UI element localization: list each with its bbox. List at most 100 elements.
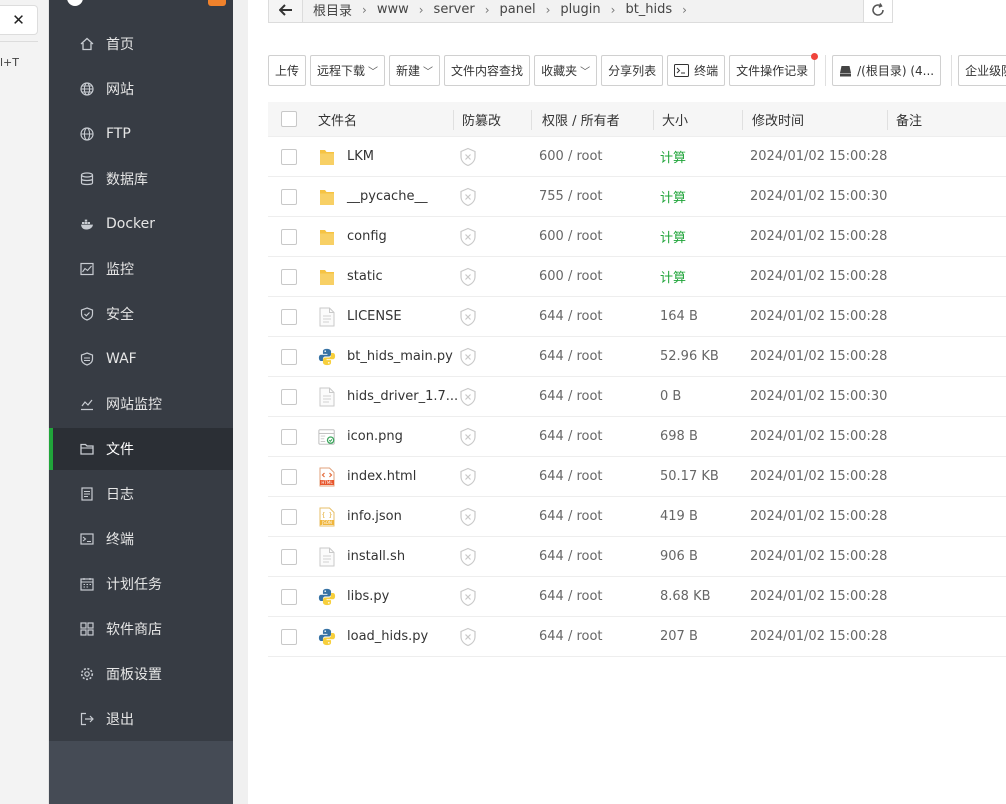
sidebar-item-9[interactable]: 文件 — [49, 428, 233, 470]
sidebar-item-6[interactable]: 安全 — [49, 293, 233, 335]
permission-cell[interactable]: 600 / root — [539, 229, 603, 244]
sidebar-item-3[interactable]: 数据库 — [49, 158, 233, 200]
file-name[interactable]: LKM — [347, 149, 374, 164]
file-name[interactable]: libs.py — [347, 589, 389, 604]
table-row[interactable]: { } JSON info.json 644 / root 419 B 2024/01/0… — [268, 497, 1006, 537]
sidebar-item-10[interactable]: 日志 — [49, 473, 233, 515]
remote-download-button[interactable]: 远程下载 ﹀ — [310, 55, 386, 86]
file-name[interactable]: config — [347, 229, 387, 244]
file-name[interactable]: info.json — [347, 509, 402, 524]
file-name[interactable]: LICENSE — [347, 309, 402, 324]
sidebar-item-13[interactable]: 软件商店 — [49, 608, 233, 650]
table-row[interactable]: __pycache__ 755 / root 计算 2024/01/02 15:00:… — [268, 177, 1006, 217]
permission-cell[interactable]: 644 / root — [539, 309, 603, 324]
file-name[interactable]: hids_driver_1.7... — [347, 389, 458, 404]
back-button[interactable] — [269, 0, 303, 22]
row-checkbox[interactable] — [281, 348, 297, 365]
shield-off-icon[interactable] — [459, 427, 477, 447]
sidebar-item-4[interactable]: Docker — [49, 203, 233, 245]
shield-off-icon[interactable] — [459, 147, 477, 167]
row-checkbox[interactable] — [281, 388, 297, 405]
table-row[interactable]: HTML index.html 644 / root 50.17 KB 2024/01/… — [268, 457, 1006, 497]
shield-off-icon[interactable] — [459, 307, 477, 327]
table-row[interactable]: libs.py 644 / root 8.68 KB 2024/01/02 15:00… — [268, 577, 1006, 617]
row-checkbox[interactable] — [281, 228, 297, 245]
row-checkbox[interactable] — [281, 588, 297, 605]
close-tab-button[interactable]: ✕ — [0, 5, 38, 35]
sidebar-item-0[interactable]: 首页 — [49, 23, 233, 65]
header-size[interactable]: 大小 — [662, 110, 688, 129]
permission-cell[interactable]: 600 / root — [539, 269, 603, 284]
file-name-cell[interactable]: static — [318, 267, 383, 287]
sidebar-item-8[interactable]: 网站监控 — [49, 383, 233, 425]
file-name-cell[interactable]: HTML index.html — [318, 467, 416, 487]
shield-off-icon[interactable] — [459, 627, 477, 647]
enterprise-guard-button[interactable]: 企业级防篡 — [958, 55, 1006, 86]
file-name-cell[interactable]: bt_hids_main.py — [318, 347, 453, 367]
share-list-button[interactable]: 分享列表 — [601, 55, 664, 86]
breadcrumb-item[interactable]: 根目录 — [313, 0, 352, 19]
file-name-cell[interactable]: icon.png — [318, 427, 403, 447]
permission-cell[interactable]: 644 / root — [539, 549, 603, 564]
disk-button[interactable]: /(根目录) (4... — [832, 55, 942, 86]
table-row[interactable]: icon.png 644 / root 698 B 2024/01/02 15:00:… — [268, 417, 1006, 457]
permission-cell[interactable]: 644 / root — [539, 589, 603, 604]
file-name-cell[interactable]: load_hids.py — [318, 627, 428, 647]
file-name[interactable]: __pycache__ — [347, 189, 427, 204]
shield-off-icon[interactable] — [459, 187, 477, 207]
sidebar-item-5[interactable]: 监控 — [49, 248, 233, 290]
calculate-size-link[interactable]: 计算 — [660, 187, 686, 206]
shield-off-icon[interactable] — [459, 387, 477, 407]
sidebar-item-7[interactable]: WAF — [49, 338, 233, 380]
sidebar-item-2[interactable]: FTP — [49, 113, 233, 155]
breadcrumb-item[interactable]: bt_hids — [625, 2, 672, 17]
calculate-size-link[interactable]: 计算 — [660, 227, 686, 246]
sidebar-item-15[interactable]: 退出 — [49, 698, 233, 740]
header-name[interactable]: 文件名 — [318, 110, 357, 129]
table-row[interactable]: bt_hids_main.py 644 / root 52.96 KB 2024/01… — [268, 337, 1006, 377]
header-perm[interactable]: 权限 / 所有者 — [542, 110, 620, 129]
favorites-button[interactable]: 收藏夹 ﹀ — [534, 55, 598, 86]
file-name-cell[interactable]: config — [318, 227, 387, 247]
file-name-cell[interactable]: LKM — [318, 147, 374, 167]
file-name-cell[interactable]: hids_driver_1.7... — [318, 387, 458, 407]
row-checkbox[interactable] — [281, 148, 297, 165]
row-checkbox[interactable] — [281, 308, 297, 325]
terminal-button[interactable]: 终端 — [667, 55, 726, 86]
breadcrumb-item[interactable]: plugin — [560, 2, 600, 17]
calculate-size-link[interactable]: 计算 — [660, 267, 686, 286]
breadcrumb-item[interactable]: panel — [500, 2, 536, 17]
search-content-button[interactable]: 文件内容查找 — [444, 55, 531, 86]
breadcrumb-item[interactable]: www — [377, 2, 409, 17]
table-row[interactable]: config 600 / root 计算 2024/01/02 15:00:28 — [268, 217, 1006, 257]
refresh-button[interactable] — [863, 0, 893, 23]
permission-cell[interactable]: 644 / root — [539, 349, 603, 364]
new-button[interactable]: 新建 ﹀ — [389, 55, 441, 86]
row-checkbox[interactable] — [281, 188, 297, 205]
sidebar-item-11[interactable]: 终端 — [49, 518, 233, 560]
shield-off-icon[interactable] — [459, 267, 477, 287]
permission-cell[interactable]: 644 / root — [539, 389, 603, 404]
file-name-cell[interactable]: __pycache__ — [318, 187, 427, 207]
file-name-cell[interactable]: LICENSE — [318, 307, 402, 327]
select-all-checkbox[interactable] — [281, 111, 297, 127]
shield-off-icon[interactable] — [459, 547, 477, 567]
header-time[interactable]: 修改时间 — [752, 110, 804, 129]
shield-off-icon[interactable] — [459, 587, 477, 607]
shield-off-icon[interactable] — [459, 467, 477, 487]
table-row[interactable]: install.sh 644 / root 906 B 2024/01/02 15:0… — [268, 537, 1006, 577]
file-op-log-button[interactable]: 文件操作记录 — [729, 53, 819, 86]
file-name-cell[interactable]: libs.py — [318, 587, 389, 607]
sidebar-item-1[interactable]: 网站 — [49, 68, 233, 110]
permission-cell[interactable]: 644 / root — [539, 429, 603, 444]
sidebar-item-14[interactable]: 面板设置 — [49, 653, 233, 695]
shield-off-icon[interactable] — [459, 227, 477, 247]
row-checkbox[interactable] — [281, 628, 297, 645]
table-row[interactable]: LICENSE 644 / root 164 B 2024/01/02 15:00:2… — [268, 297, 1006, 337]
shield-off-icon[interactable] — [459, 507, 477, 527]
permission-cell[interactable]: 644 / root — [539, 469, 603, 484]
file-name[interactable]: load_hids.py — [347, 629, 428, 644]
permission-cell[interactable]: 644 / root — [539, 509, 603, 524]
calculate-size-link[interactable]: 计算 — [660, 147, 686, 166]
file-name-cell[interactable]: { } JSON info.json — [318, 507, 402, 527]
